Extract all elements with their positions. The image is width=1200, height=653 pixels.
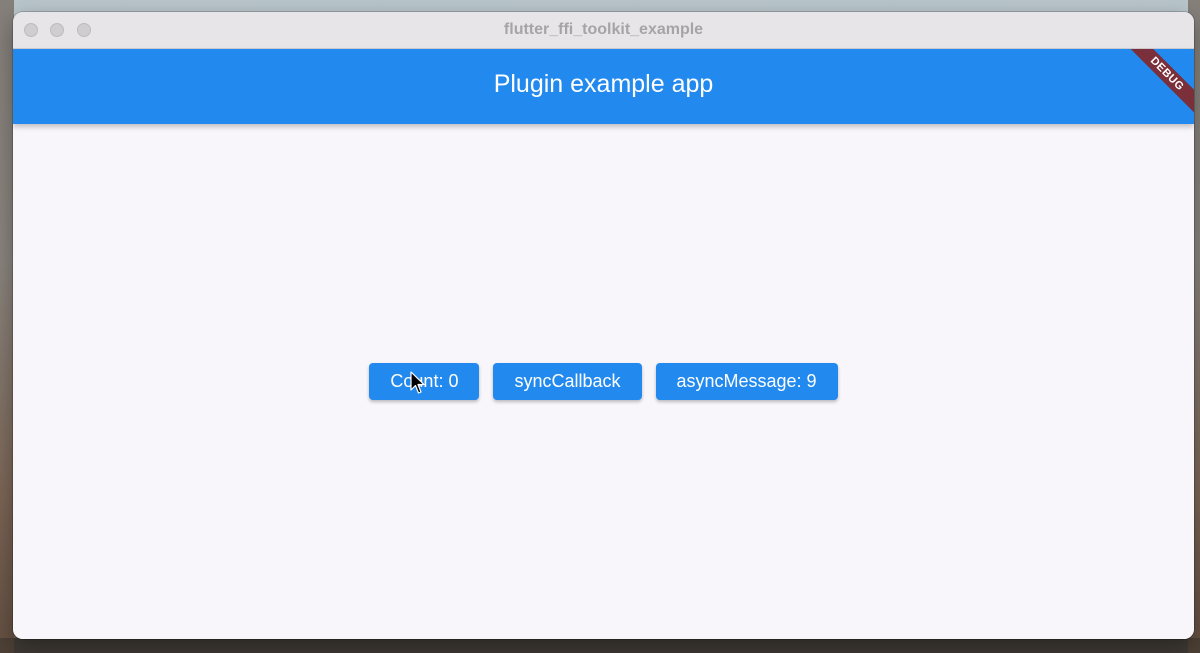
page-title: Plugin example app bbox=[493, 70, 714, 98]
sync-callback-button[interactable]: syncCallback bbox=[493, 363, 642, 400]
mouse-pointer-icon bbox=[410, 371, 425, 394]
debug-banner-label: DEBUG bbox=[1122, 49, 1194, 119]
button-row: Count: 0 syncCallback asyncMessage: 9 bbox=[13, 363, 1194, 400]
app-window: flutter_ffi_toolkit_example Plugin examp… bbox=[13, 12, 1194, 639]
debug-banner: DEBUG bbox=[1114, 49, 1194, 129]
app-bar: Plugin example app DEBUG bbox=[13, 49, 1194, 124]
window-titlebar: flutter_ffi_toolkit_example bbox=[13, 12, 1194, 49]
window-title: flutter_ffi_toolkit_example bbox=[503, 21, 704, 38]
main-content: Count: 0 syncCallback asyncMessage: 9 bbox=[13, 124, 1194, 639]
async-message-button[interactable]: asyncMessage: 9 bbox=[655, 363, 838, 400]
